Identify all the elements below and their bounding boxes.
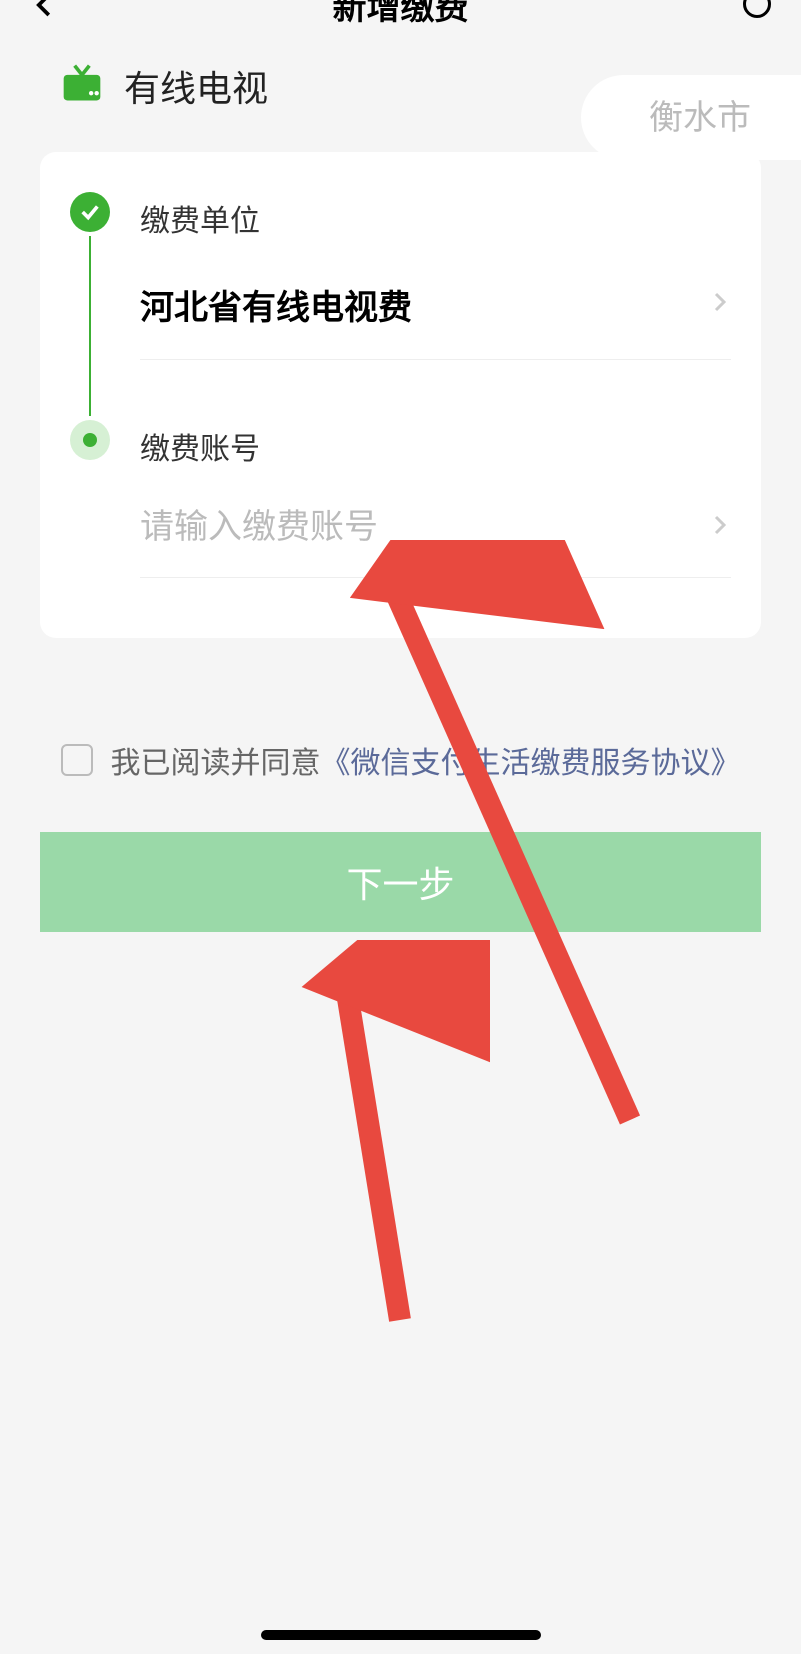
agreement-text: 我已阅读并同意《微信支付生活缴费服务协议》 xyxy=(111,738,741,782)
next-button-label: 下一步 xyxy=(346,856,454,908)
payment-unit-label: 缴费单位 xyxy=(140,192,731,240)
payment-account-label: 缴费账号 xyxy=(140,420,731,468)
payment-account-row[interactable] xyxy=(140,508,731,578)
next-button[interactable]: 下一步 xyxy=(40,832,761,932)
chevron-right-icon xyxy=(707,513,731,542)
step-done-icon xyxy=(70,192,110,232)
home-indicator[interactable] xyxy=(261,1630,541,1640)
payment-account-input[interactable] xyxy=(140,508,707,547)
agreement-prefix: 我已阅读并同意 xyxy=(111,747,321,780)
step-connector xyxy=(89,236,91,416)
payment-unit-value: 河北省有线电视费 xyxy=(140,280,412,329)
city-label[interactable]: 衡水市 xyxy=(649,90,751,139)
category-label: 有线电视 xyxy=(124,60,268,112)
target-icon[interactable] xyxy=(743,0,771,18)
agreement-link[interactable]: 《微信支付生活缴费服务协议》 xyxy=(321,747,741,780)
page-title: 新增缴费 xyxy=(333,0,469,29)
agreement-checkbox[interactable] xyxy=(61,744,93,776)
chevron-right-icon xyxy=(707,290,731,319)
annotation-arrow-icon xyxy=(290,940,490,1340)
step-active-icon xyxy=(70,420,110,460)
tv-icon xyxy=(60,62,104,111)
back-icon[interactable] xyxy=(30,0,60,25)
payment-unit-row[interactable]: 河北省有线电视费 xyxy=(140,280,731,360)
payment-card: 缴费单位 河北省有线电视费 缴费账号 xyxy=(40,152,761,638)
